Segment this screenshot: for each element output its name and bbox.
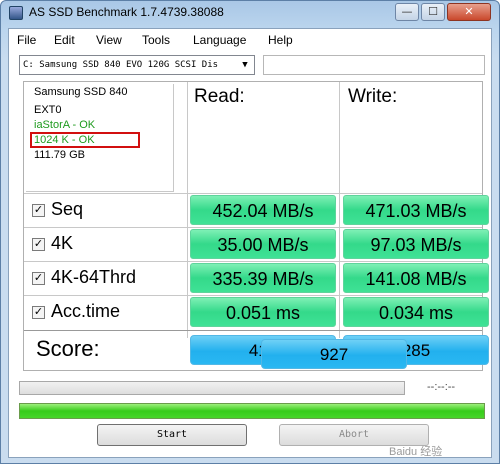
row-label-4k: 4K — [51, 233, 74, 253]
menu-tools[interactable]: Tools — [142, 33, 170, 47]
seq-write-value: 471.03 MB/s — [343, 195, 489, 225]
checkbox-4k-64thrd[interactable]: ✓ — [32, 271, 45, 285]
app-window: AS SSD Benchmark 1.7.4739.38088 — ☐ ✕ Fi… — [0, 0, 500, 464]
menu-view[interactable]: View — [96, 33, 122, 47]
driver-status: iaStorA - OK — [34, 119, 96, 131]
acc-time-write-value: 0.034 ms — [343, 297, 489, 327]
menu-language[interactable]: Language — [193, 33, 246, 47]
4k-64thrd-read-value: 335.39 MB/s — [190, 263, 336, 293]
drive-size: 111.79 GB — [34, 149, 85, 161]
4k-64thrd-write-value: 141.08 MB/s — [343, 263, 489, 293]
chevron-down-icon[interactable]: ▼ — [238, 58, 252, 72]
acc-time-read-value: 0.051 ms — [190, 297, 336, 327]
row-label-acc-time: Acc.time — [51, 301, 121, 321]
drive-select[interactable]: C: Samsung SSD 840 EVO 120G SCSI Dis ▼ — [19, 55, 255, 75]
minimize-button[interactable]: — — [395, 3, 419, 21]
column-divider — [187, 82, 188, 338]
elapsed-time: --:--:-- — [427, 381, 456, 393]
write-header: Write: — [348, 86, 398, 107]
seq-read-value: 452.04 MB/s — [190, 195, 336, 225]
row-4k-64thrd[interactable]: ✓ 4K-64Thrd — [32, 262, 136, 292]
row-divider — [24, 227, 482, 228]
title-bar[interactable]: AS SSD Benchmark 1.7.4739.38088 — ☐ ✕ — [1, 1, 499, 27]
total-progress-fill — [20, 404, 484, 418]
watermark: Baidu 经验 — [389, 446, 443, 458]
read-header: Read: — [194, 86, 245, 107]
start-button[interactable]: Start — [97, 424, 247, 446]
menu-help[interactable]: Help — [268, 33, 293, 47]
checkbox-4k[interactable]: ✓ — [32, 237, 45, 251]
drive-info-field — [263, 55, 485, 75]
row-divider — [24, 330, 482, 331]
total-progress-bar — [19, 403, 485, 419]
menu-bar: File Edit View Tools Language Help — [9, 29, 491, 51]
close-button[interactable]: ✕ — [447, 3, 491, 21]
column-divider — [339, 82, 340, 338]
menu-edit[interactable]: Edit — [54, 33, 75, 47]
app-icon — [9, 6, 23, 20]
drive-model: Samsung SSD 840 — [34, 86, 128, 98]
row-label-seq: Seq — [51, 199, 84, 219]
4k-read-value: 35.00 MB/s — [190, 229, 336, 259]
results-grid: Samsung SSD 840 EXT0 iaStorA - OK 1024 K… — [23, 81, 489, 371]
score-label: Score: — [36, 336, 100, 361]
row-acc-time[interactable]: ✓ Acc.time — [32, 296, 120, 326]
test-progress-bar — [19, 381, 405, 395]
drive-firmware: EXT0 — [34, 104, 62, 116]
checkbox-seq[interactable]: ✓ — [32, 203, 45, 217]
maximize-button[interactable]: ☐ — [421, 3, 445, 21]
row-seq[interactable]: ✓ Seq — [32, 194, 83, 224]
window-title: AS SSD Benchmark 1.7.4739.38088 — [29, 5, 224, 19]
highlight-box — [30, 132, 140, 148]
drive-select-value: C: Samsung SSD 840 EVO 120G SCSI Dis — [23, 60, 219, 70]
row-label-4k-64thrd: 4K-64Thrd — [51, 267, 137, 287]
client-area: File Edit View Tools Language Help C: Sa… — [8, 28, 492, 458]
row-divider — [24, 193, 482, 194]
checkbox-acc-time[interactable]: ✓ — [32, 305, 45, 319]
drive-info-panel: Samsung SSD 840 EXT0 iaStorA - OK 1024 K… — [26, 84, 174, 192]
score-total: 927 — [261, 339, 407, 369]
4k-write-value: 97.03 MB/s — [343, 229, 489, 259]
menu-file[interactable]: File — [17, 33, 36, 47]
row-4k[interactable]: ✓ 4K — [32, 228, 73, 258]
